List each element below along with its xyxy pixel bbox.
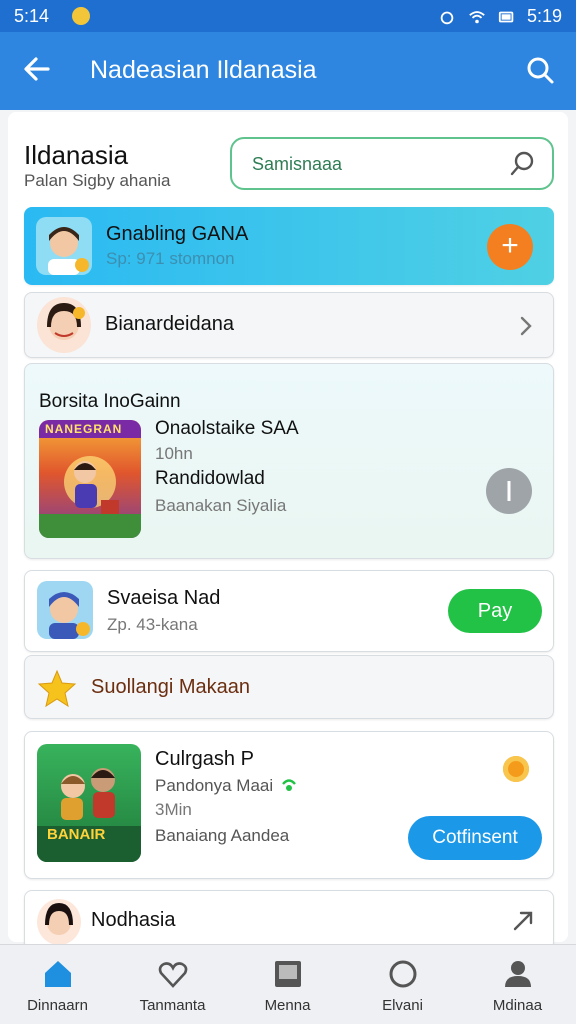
- nav-home-label: Dinnaarn: [27, 997, 88, 1014]
- nav-media-label: Menna: [264, 997, 311, 1014]
- profile-icon: [505, 961, 531, 987]
- nav-profile[interactable]: Mdinaa: [460, 945, 575, 1024]
- game2-title: Culrgash P: [155, 748, 254, 770]
- promo-card[interactable]: Suollangi Makaan: [24, 655, 554, 719]
- continue-button[interactable]: Cotfinsent: [408, 816, 542, 860]
- search-field-icon: [510, 151, 534, 176]
- pay-subtitle: Zp. 43-kana: [107, 615, 198, 634]
- nav-media[interactable]: Menna: [230, 945, 345, 1024]
- game-line3: Randidowlad: [155, 468, 265, 489]
- status-time: 5:14: [14, 6, 50, 26]
- pay-title: Svaeisa Nad: [107, 587, 221, 609]
- page-title: Ildanasia: [24, 140, 129, 170]
- status-icons: 5:19: [437, 6, 562, 27]
- game-line2: 10hn: [155, 444, 193, 463]
- game-section-title: Borsita InoGainn: [39, 391, 181, 412]
- game2-card[interactable]: BANAIR Culrgash P Pandonya Maai 3Min Ban…: [24, 731, 554, 879]
- chevron-right-icon[interactable]: [514, 314, 538, 338]
- game-action-button[interactable]: [486, 468, 532, 514]
- nav-profile-label: Mdinaa: [492, 997, 543, 1014]
- game2-thumb-text: BANAIR: [47, 826, 106, 843]
- game-thumb-text: NANEGRAN: [45, 422, 123, 436]
- signal-icon: [282, 779, 296, 791]
- game-line1: Onaolstaike SAA: [155, 418, 299, 439]
- add-button[interactable]: +: [487, 224, 533, 270]
- heart-icon: [158, 962, 188, 988]
- arrow-right-icon[interactable]: [511, 909, 535, 933]
- nav-explore-label: Elvani: [382, 997, 423, 1014]
- media-icon: [275, 961, 301, 987]
- pay-card[interactable]: Svaeisa Nad Zp. 43-kana Pay: [24, 570, 554, 652]
- notification-icon: [72, 7, 90, 25]
- game2-line3: 3Min: [155, 800, 192, 819]
- star-icon: [37, 669, 77, 708]
- alarm-icon: [440, 11, 454, 24]
- wifi-icon: [469, 10, 485, 23]
- profile-card[interactable]: Bianardeidana: [24, 292, 554, 358]
- app-bar: Nadeasian Ildanasia: [0, 32, 576, 110]
- search-icon[interactable]: [524, 54, 556, 86]
- nav-explore[interactable]: Elvani: [345, 945, 460, 1024]
- search-placeholder: Samisnaaa: [252, 154, 343, 174]
- profile-avatar: [37, 297, 91, 353]
- coin-icon: [503, 756, 529, 782]
- game2-thumbnail: BANAIR: [37, 744, 141, 862]
- featured-card[interactable]: Gnabling GANA Sp: 971 stomnon +: [24, 207, 554, 285]
- featured-title: Gnabling GANA: [106, 223, 249, 245]
- home-icon: [45, 961, 71, 987]
- page-subtitle: Palan Sigby ahania: [24, 171, 171, 190]
- circle-icon: [389, 960, 417, 988]
- nav-favorites-label: Tanmanta: [139, 997, 206, 1014]
- nav-home[interactable]: Dinnaarn: [0, 945, 115, 1024]
- profile-name: Bianardeidana: [105, 313, 234, 335]
- status-bar: 5:14 5:19: [0, 0, 576, 32]
- back-arrow-icon[interactable]: [20, 52, 54, 86]
- pay-button[interactable]: Pay: [448, 589, 542, 633]
- pay-avatar: [37, 581, 93, 639]
- last-title: Nodhasia: [91, 909, 176, 931]
- nav-favorites[interactable]: Tanmanta: [115, 945, 230, 1024]
- game2-line4: Banaiang Aandea: [155, 826, 290, 845]
- battery-icon: [498, 11, 514, 22]
- app-title: Nadeasian Ildanasia: [90, 56, 317, 84]
- game-thumbnail: NANEGRAN: [39, 420, 141, 538]
- status-clock: 5:19: [526, 6, 562, 26]
- last-avatar: [37, 899, 81, 945]
- game-line4: Baanakan Siyalia: [155, 496, 287, 515]
- featured-avatar: [36, 217, 92, 275]
- bottom-navigation: Dinnaarn Tanmanta Menna Elvani Mdinaa: [0, 944, 576, 1024]
- game2-line2: Pandonya Maai: [155, 776, 274, 795]
- featured-subtitle: Sp: 971 stomnon: [106, 249, 235, 268]
- game-card[interactable]: Borsita InoGainn NANEGRAN Onaolstaike SA…: [24, 363, 554, 559]
- last-card[interactable]: Nodhasia: [24, 890, 554, 950]
- promo-title: Suollangi Makaan: [91, 676, 250, 698]
- search-input[interactable]: Samisnaaa: [230, 137, 554, 190]
